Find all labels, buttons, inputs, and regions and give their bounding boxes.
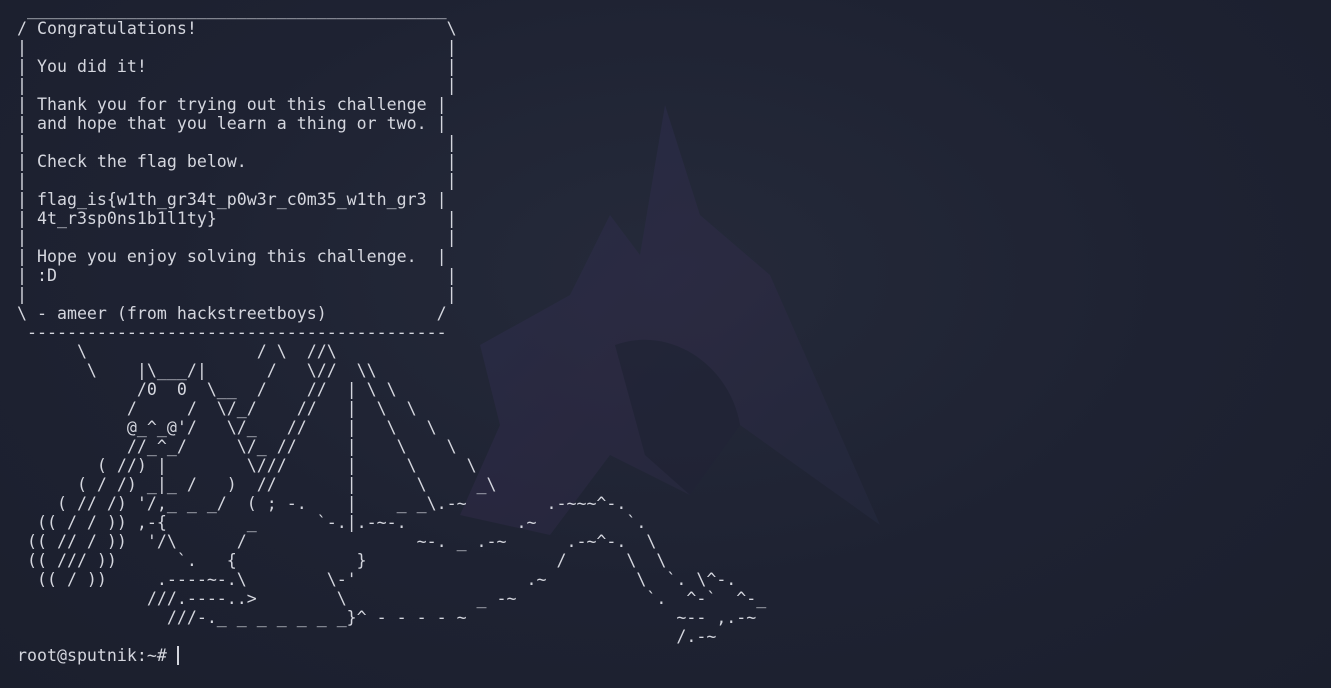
terminal-line: /.-~ [17,627,717,646]
terminal-line: | | [17,171,457,190]
terminal-line: | :D | [17,266,457,285]
terminal-output: ________________________________________… [17,0,766,646]
terminal-line: | Hope you enjoy solving this challenge.… [17,247,447,266]
terminal-line: | | [17,228,457,247]
terminal-line: \ / \ //\ [17,342,337,361]
terminal-line: /0 0 \__ / // | \ \ [17,380,397,399]
terminal-window[interactable]: ________________________________________… [0,0,1331,688]
terminal-line: \ |\___/| / \// \\ [17,361,377,380]
terminal-line: ( / /) _|_ / ) // | \ _\ [17,475,497,494]
terminal-line: ( // /) '/,_ _ _/ ( ; -. | _ _\.-~ .-~~~… [17,494,627,513]
text-cursor [176,646,179,665]
terminal-line: ///.----..> \ _ -~ `. ^-` ^-_ [17,589,767,608]
terminal-line: (( / )) .----~-.\ \-' .~ \ `. \^-. [17,570,737,589]
terminal-line: | | [17,38,457,57]
terminal-line: (( /// )) `. { } / \ \ [17,551,667,570]
terminal-line: @_^_@'/ \/_ // | \ \ [17,418,437,437]
terminal-line: | 4t_r3sp0ns1b1l1ty} | [17,209,457,228]
terminal-line: | | [17,76,457,95]
terminal-line: / Congratulations! \ [17,19,457,38]
terminal-line: / / \/_/ // | \ \ [17,399,417,418]
terminal-line: | | [17,133,457,152]
terminal-line: //_^_/ \/_ // | \ \ [17,437,457,456]
terminal-line: | and hope that you learn a thing or two… [17,114,447,133]
terminal-line: | Check the flag below. | [17,152,457,171]
terminal-line: ( //) | \/// | \ \ [17,456,477,475]
terminal-line: | flag_is{w1th_gr34t_p0w3r_c0m35_w1th_gr… [17,190,447,209]
terminal-line: | Thank you for trying out this challeng… [17,95,447,114]
terminal-line: ________________________________________… [17,0,447,19]
shell-prompt: root@sputnik:~# [17,646,167,665]
terminal-line: ///-._ _ _ _ _ _ _}^ - - - - ~ ~-- ,.-~ [17,608,757,627]
terminal-line: | | [17,285,457,304]
terminal-line: | You did it! | [17,57,457,76]
command-line[interactable]: root@sputnik:~# [17,646,179,665]
terminal-line: ----------------------------------------… [17,323,447,342]
terminal-line: (( // / )) '/\ / ~-. _ .-~ .-~^-. \ [17,532,657,551]
terminal-line: \ - ameer (from hackstreetboys) / [17,304,447,323]
terminal-line: (( / / )) ,-{ _ `-.|.-~-. .~ `. [17,513,647,532]
